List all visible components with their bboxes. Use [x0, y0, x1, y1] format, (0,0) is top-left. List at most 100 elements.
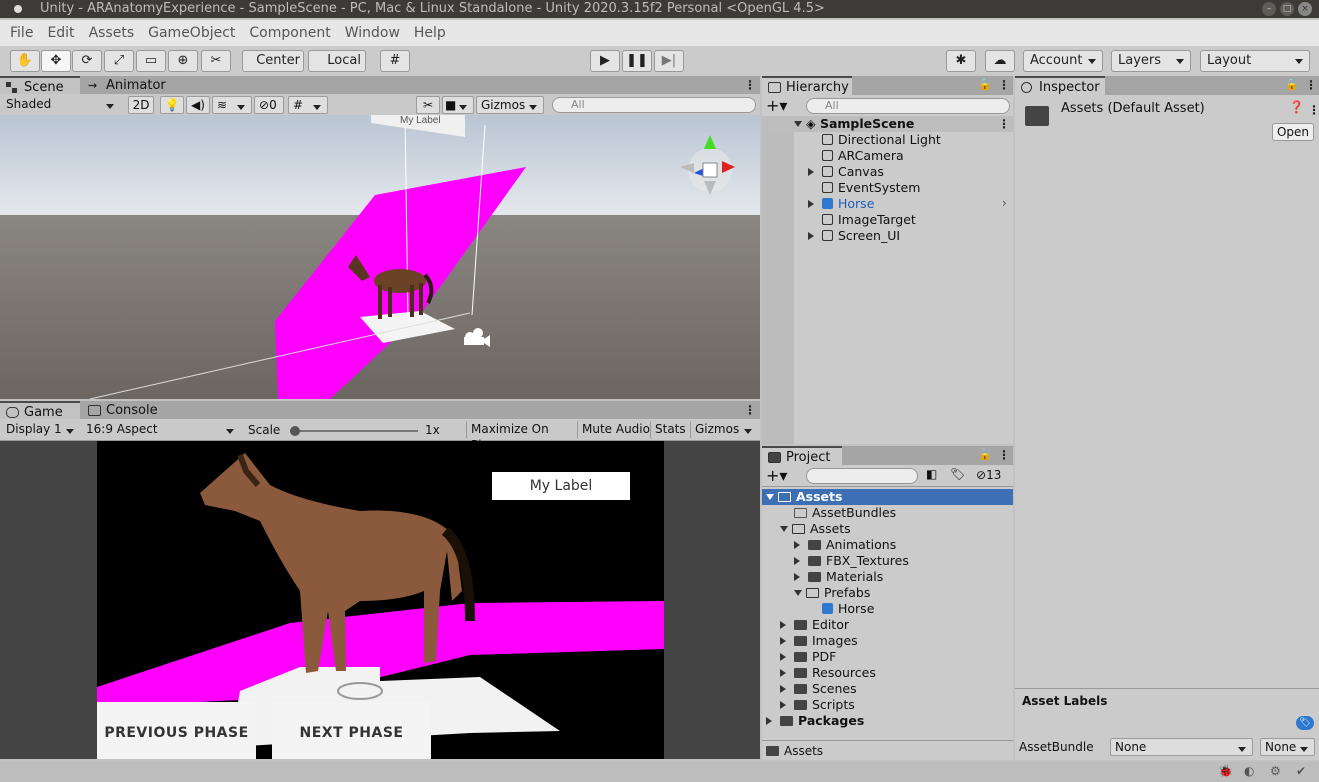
cloud-icon[interactable]: ☁ [985, 50, 1015, 72]
menu-component[interactable]: Component [249, 25, 330, 41]
project-tree-item[interactable]: Animations [762, 537, 1013, 553]
next-phase-button[interactable]: NEXT PHASE [272, 702, 431, 759]
help-icon[interactable]: ❓ [1289, 100, 1304, 114]
expand-arrow-icon[interactable] [780, 701, 790, 709]
hierarchy-item[interactable]: Directional Light [762, 132, 1013, 148]
hidden-objects-toggle[interactable]: ⊘0 [254, 96, 284, 114]
game-viewport[interactable]: My Label PREVIOUS PHASE NEXT PHASE [0, 441, 760, 759]
tab-game[interactable]: Game [0, 401, 80, 420]
expand-arrow-icon[interactable] [780, 669, 790, 677]
game-menu-icon[interactable]: ⋮ [744, 404, 756, 416]
menu-assets[interactable]: Assets [89, 25, 135, 41]
hierarchy-item[interactable]: Horse › [762, 196, 1013, 212]
scene-row-menu-icon[interactable]: ⋮ [998, 118, 1010, 130]
expand-arrow-icon[interactable] [808, 200, 818, 208]
collapse-arrow-icon[interactable] [780, 526, 788, 536]
mute-audio-toggle[interactable]: Mute Audio [577, 421, 651, 439]
layers-dropdown[interactable]: Layers [1111, 50, 1191, 72]
expand-arrow-icon[interactable] [780, 685, 790, 693]
scale-slider-track[interactable] [290, 426, 418, 436]
pivot-center-button[interactable]: Center [242, 50, 304, 72]
hierarchy-add-icon[interactable]: +▾ [766, 96, 787, 115]
expand-arrow-icon[interactable] [794, 541, 804, 549]
expand-arrow-icon[interactable] [794, 573, 804, 581]
grid-dropdown[interactable]: # [288, 96, 328, 114]
asset-variant-dropdown[interactable]: None [1260, 738, 1315, 756]
menu-gameobject[interactable]: GameObject [148, 25, 235, 41]
collapse-arrow-icon[interactable] [794, 590, 802, 600]
menu-help[interactable]: Help [414, 25, 446, 41]
project-tree-item[interactable]: Resources [762, 665, 1013, 681]
project-tree-item[interactable]: Materials [762, 569, 1013, 585]
project-tree-item[interactable]: Horse [762, 601, 1013, 617]
menu-file[interactable]: File [10, 25, 33, 41]
project-tree-item[interactable]: Editor [762, 617, 1013, 633]
expand-arrow-icon[interactable] [780, 621, 790, 629]
expand-arrow-icon[interactable] [780, 637, 790, 645]
rotate-icon[interactable]: ⟳ [72, 50, 102, 72]
project-tree-item[interactable]: Scripts [762, 697, 1013, 713]
hierarchy-menu-icon[interactable]: ⋮ [998, 79, 1010, 91]
hierarchy-search-input[interactable]: All [806, 98, 1010, 114]
maximize-icon[interactable]: □ [1280, 2, 1294, 16]
audio-icon[interactable]: ◀) [186, 96, 210, 114]
scene-viewport[interactable]: My Label [0, 115, 760, 399]
project-tree-item[interactable]: Packages [762, 713, 1013, 729]
hierarchy-item[interactable]: Screen_UI [762, 228, 1013, 244]
grid-snap-icon[interactable]: # [380, 50, 410, 72]
tab-inspector[interactable]: Inspector [1015, 76, 1105, 95]
pivot-local-button[interactable]: Local [308, 50, 366, 72]
scene-search-input[interactable]: All [552, 97, 756, 113]
account-dropdown[interactable]: Account [1023, 50, 1103, 72]
bug-icon[interactable]: 🐞 [1218, 764, 1233, 778]
camera-dropdown[interactable]: ■ [442, 96, 474, 114]
close-icon[interactable]: × [1298, 2, 1312, 16]
effects-dropdown[interactable]: ≋ [212, 96, 252, 114]
project-tree-item[interactable]: Scenes [762, 681, 1013, 697]
tools-icon[interactable]: ✂ [416, 96, 440, 114]
scene-expand-icon[interactable] [794, 121, 802, 131]
progress-icon[interactable]: ◐ [1244, 764, 1254, 778]
hierarchy-item[interactable]: EventSystem [762, 180, 1013, 196]
chevron-right-icon[interactable]: › [1002, 196, 1007, 210]
filter-type-icon[interactable]: ◧ [926, 467, 937, 481]
inspector-settings-icon[interactable]: ⋮ [1308, 104, 1319, 116]
game-gizmos-dropdown[interactable]: Gizmos [690, 421, 758, 439]
project-lock-icon[interactable]: 🔒 [978, 448, 992, 461]
hidden-packages-toggle[interactable]: ⊘13 [976, 468, 1001, 482]
cache-icon[interactable]: ⚙ [1270, 764, 1281, 778]
scale-icon[interactable]: ⤢ [104, 50, 134, 72]
project-tree-item[interactable]: PDF [762, 649, 1013, 665]
project-tree-item[interactable]: Prefabs [762, 585, 1013, 601]
expand-arrow-icon[interactable] [794, 557, 804, 565]
pause-button[interactable]: ❚❚ [622, 50, 652, 72]
display-dropdown[interactable]: Display 1 [2, 421, 80, 439]
project-tree-item[interactable]: FBX_Textures [762, 553, 1013, 569]
check-icon[interactable]: ✔ [1296, 764, 1306, 778]
scale-slider-thumb[interactable] [290, 426, 300, 436]
project-tree-item[interactable]: AssetBundles [762, 505, 1013, 521]
lighting-icon[interactable]: 💡 [160, 96, 184, 114]
project-search-input[interactable] [806, 468, 918, 484]
gizmos-dropdown[interactable]: Gizmos [476, 96, 544, 114]
project-menu-icon[interactable]: ⋮ [998, 449, 1010, 461]
tab-console[interactable]: Console [82, 401, 162, 420]
maximize-on-play-toggle[interactable]: Maximize On Play [466, 421, 576, 452]
tab-hierarchy[interactable]: Hierarchy [762, 76, 852, 95]
custom-tool-icon[interactable]: ✂ [201, 50, 231, 72]
stats-toggle[interactable]: Stats [650, 421, 690, 439]
inspector-lock-icon[interactable]: 🔒 [1285, 78, 1299, 91]
aspect-dropdown[interactable]: 16:9 Aspect [82, 421, 240, 439]
toggle-2d-button[interactable]: 2D [128, 96, 154, 114]
tab-scene[interactable]: Scene [0, 76, 80, 95]
play-button[interactable]: ▶ [590, 50, 620, 72]
hierarchy-item[interactable]: ARCamera [762, 148, 1013, 164]
hierarchy-item[interactable]: Canvas [762, 164, 1013, 180]
project-breadcrumb[interactable]: Assets [766, 744, 823, 758]
menu-window[interactable]: Window [345, 25, 400, 41]
previous-phase-button[interactable]: PREVIOUS PHASE [97, 702, 256, 759]
project-add-icon[interactable]: +▾ [766, 466, 787, 485]
collab-icon[interactable]: ✱ [946, 50, 976, 72]
open-button[interactable]: Open [1272, 123, 1314, 141]
tab-project[interactable]: Project [762, 446, 842, 465]
